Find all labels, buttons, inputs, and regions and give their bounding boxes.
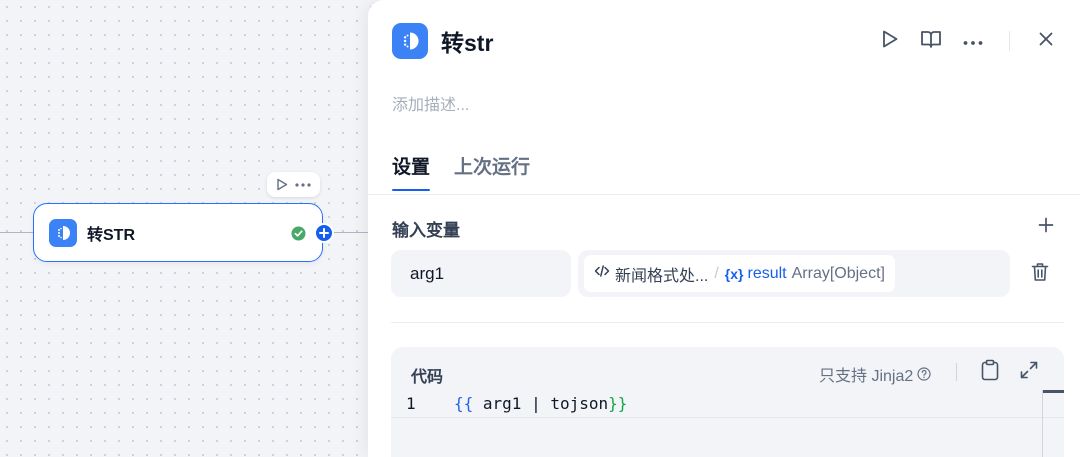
- trash-icon: [1031, 262, 1049, 287]
- book-icon: [920, 29, 942, 54]
- code-editor-panel: 代码 只支持 Jinja2 1 {{ arg1 | tojson}}: [391, 347, 1064, 457]
- add-node-handle[interactable]: [314, 223, 334, 243]
- editor-scrollbar[interactable]: [1042, 390, 1064, 457]
- code-tool-icon: [392, 23, 428, 59]
- section-divider: [391, 322, 1064, 323]
- panel-tabs: 设置 上次运行: [392, 152, 530, 191]
- more-icon: [963, 32, 983, 50]
- workflow-node[interactable]: 转STR: [33, 203, 334, 262]
- code-toolbar-divider: [956, 363, 957, 381]
- code-open-brace: {{: [454, 394, 474, 413]
- variable-reference-chip: 新闻格式处... / {x} result Array[Object]: [584, 255, 895, 292]
- play-icon[interactable]: [276, 178, 288, 191]
- more-options-button[interactable]: [961, 29, 985, 53]
- panel-header: 转str: [392, 23, 493, 59]
- line-number: 1: [406, 394, 416, 413]
- help-icon[interactable]: [917, 367, 931, 381]
- outgoing-edge: [330, 232, 370, 233]
- source-variable-type: Array[Object]: [791, 264, 885, 282]
- node-title: 转STR: [87, 226, 136, 244]
- variable-icon: {x}: [724, 265, 744, 282]
- panel-title[interactable]: 转str: [441, 24, 493, 58]
- help-docs-button[interactable]: [919, 29, 943, 53]
- description-field[interactable]: 添加描述...: [392, 91, 469, 115]
- check-circle-icon: [291, 226, 306, 246]
- code-tool-icon: [49, 218, 77, 247]
- expand-editor-button[interactable]: [1017, 360, 1041, 384]
- incoming-edge: [0, 232, 33, 233]
- node-toolbar: [267, 172, 320, 197]
- code-editor[interactable]: 1 {{ arg1 | tojson}}: [391, 390, 1064, 457]
- code-body: arg1 | tojson: [473, 394, 609, 413]
- play-icon: [881, 29, 899, 54]
- code-line: 1 {{ arg1 | tojson}}: [391, 390, 1064, 418]
- source-variable-name: result: [747, 264, 787, 282]
- more-icon[interactable]: [295, 182, 311, 187]
- close-panel-button[interactable]: [1034, 29, 1058, 53]
- add-variable-button[interactable]: [1034, 215, 1058, 239]
- clipboard-icon: [981, 359, 999, 386]
- close-icon: [1039, 32, 1053, 51]
- input-variables-title: 输入变量: [392, 221, 460, 240]
- expand-icon: [1020, 361, 1038, 384]
- jinja-hint-text: 只支持 Jinja2: [819, 368, 914, 385]
- header-divider: [1009, 31, 1010, 51]
- code-label: 代码: [411, 369, 444, 386]
- source-node-name: 新闻格式处...: [615, 267, 709, 285]
- tab-last-run[interactable]: 上次运行: [454, 152, 530, 191]
- copy-code-button[interactable]: [978, 359, 1002, 386]
- tab-settings[interactable]: 设置: [392, 152, 431, 191]
- plus-icon: [1038, 217, 1054, 238]
- tabs-divider: [368, 194, 1080, 195]
- node-settings-panel: 转str 添加描述... 设置 上次运行 输入变量 arg1 新闻格式处... …: [368, 0, 1080, 457]
- variable-reference-picker[interactable]: 新闻格式处... / {x} result Array[Object]: [578, 250, 1010, 297]
- variable-name-input[interactable]: [391, 250, 571, 297]
- path-separator: /: [714, 264, 719, 282]
- jinja-hint: 只支持 Jinja2: [819, 362, 931, 386]
- code-text: {{ arg1 | tojson}}: [454, 394, 627, 413]
- code-icon: [594, 264, 610, 283]
- code-close-brace: }}: [608, 394, 628, 413]
- delete-variable-button[interactable]: [1028, 262, 1052, 286]
- run-node-button[interactable]: [878, 29, 902, 53]
